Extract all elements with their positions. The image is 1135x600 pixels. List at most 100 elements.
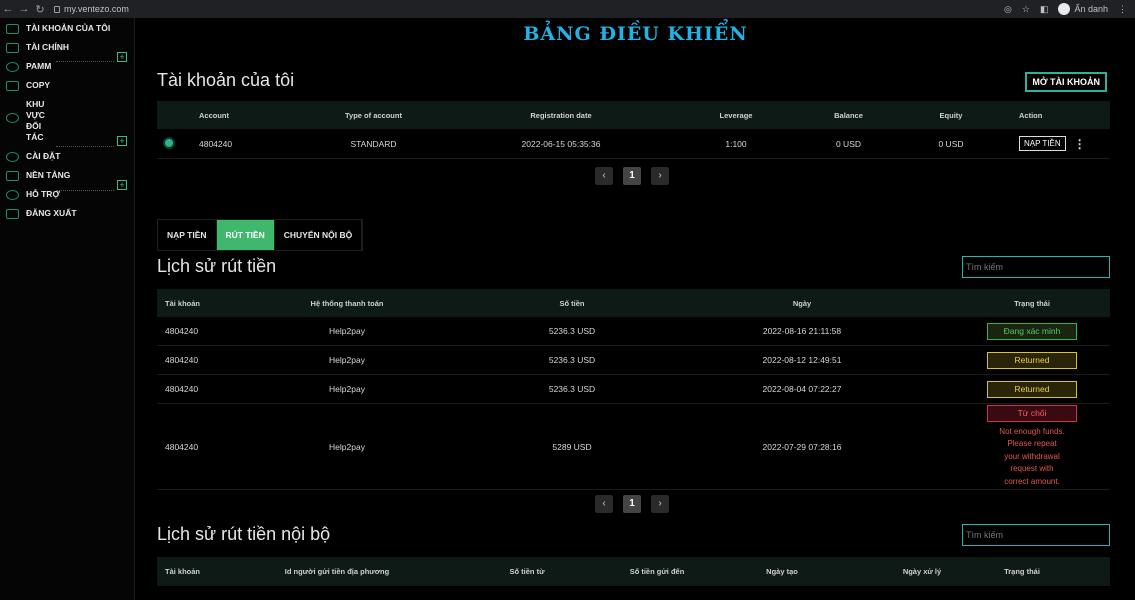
date-cell: 2022-06-15 05:35:36 <box>521 138 601 149</box>
page-number-button[interactable]: 1 <box>623 167 641 185</box>
next-page-button[interactable]: › <box>651 495 669 513</box>
browser-menu-icon[interactable]: ⋮ <box>1118 4 1127 15</box>
col-header: Số tiền từ <box>509 567 545 576</box>
status-badge: Đang xác minh <box>987 322 1077 340</box>
tab-deposit[interactable]: NẠP TIỀN <box>158 220 217 250</box>
more-options-icon[interactable]: ⋮ <box>1074 138 1086 150</box>
reload-icon[interactable]: ↻ <box>32 3 48 16</box>
date-cell: 2022-08-12 12:49:51 <box>762 355 842 365</box>
profile-button[interactable]: Ẩn danh <box>1058 3 1108 15</box>
sidebar-item-label: CÀI ĐẶT <box>26 151 61 161</box>
internal-table: Tài khoản Id người gửi tiền địa phương S… <box>157 557 1110 586</box>
sidebar-item-label: COPY <box>26 80 51 90</box>
col-header: Ngày <box>792 298 812 308</box>
table-row: 4804240 Help2pay 5289 USD 2022-07-29 07:… <box>157 404 1110 490</box>
prev-page-button[interactable]: ‹ <box>595 495 613 513</box>
withdraw-history-title: Lịch sử rút tiền <box>157 256 277 276</box>
withdraw-table: Tài khoản Hệ thống thanh toán Số tiền Ng… <box>157 289 1110 490</box>
col-header: Action <box>1019 110 1043 120</box>
next-page-button[interactable]: › <box>651 167 669 185</box>
internal-search-input[interactable] <box>962 524 1110 546</box>
copy-icon <box>6 81 19 91</box>
col-header: Leverage <box>719 110 753 120</box>
amount-cell: 5236.3 USD <box>548 326 596 336</box>
date-cell: 2022-08-16 21:11:58 <box>762 326 842 336</box>
status-badge: Returned <box>987 380 1077 398</box>
accounts-title: Tài khoản của tôi <box>157 70 295 90</box>
sidebar-item-label: TÀI KHOẢN CỦA TÔI <box>26 23 111 33</box>
amount-cell: 5289 USD <box>552 441 592 452</box>
expand-partner-icon[interactable]: + <box>117 136 127 146</box>
incognito-avatar-icon <box>1058 3 1071 15</box>
tab-internal-transfer[interactable]: CHUYỂN NỘI BỘ <box>275 220 363 250</box>
col-header: Trạng thái <box>1014 298 1050 308</box>
browser-toolbar: ← → ↻ my.ventezo.com ◎ ☆ ◧ Ẩn danh ⋮ <box>0 0 1135 18</box>
sidebar-item-copy[interactable]: COPY <box>0 76 134 95</box>
gear-icon[interactable] <box>165 138 173 147</box>
col-header: Registration date <box>530 110 592 120</box>
sidebar-item-platform[interactable]: NỀN TẢNG <box>0 166 134 185</box>
lock-icon <box>54 5 60 13</box>
headset-icon <box>6 190 19 200</box>
withdraw-search-input[interactable] <box>962 256 1110 278</box>
system-cell: Help2pay <box>329 355 365 365</box>
col-header: Trạng thái <box>1004 566 1040 576</box>
sidebar: TÀI KHOẢN CỦA TÔI TÀI CHÍNH + PAMM COPY … <box>0 18 135 600</box>
sidebar-item-my-account[interactable]: TÀI KHOẢN CỦA TÔI <box>0 18 134 38</box>
page-title: BẢNG ĐIỀU KHIỂN <box>523 23 748 45</box>
sidebar-item-support[interactable]: HỖ TRỢ <box>0 185 134 204</box>
system-cell: Help2pay <box>329 326 365 336</box>
reject-reason: Not enough funds. Please repeat your wit… <box>999 426 1065 486</box>
internal-history-title: Lịch sử rút tiền nội bộ <box>157 524 331 544</box>
address-bar[interactable]: my.ventezo.com <box>54 4 129 14</box>
table-row: 4804240 STANDARD 2022-06-15 05:35:36 1:1… <box>157 129 1110 159</box>
page-number-button[interactable]: 1 <box>623 495 641 513</box>
bookmark-star-icon[interactable]: ☆ <box>1022 4 1030 15</box>
col-header: Hệ thống thanh toán <box>310 298 384 308</box>
col-header: Id người gửi tiền địa phương <box>284 567 390 576</box>
col-header: Equity <box>939 110 963 120</box>
sidebar-item-label: HỖ TRỢ <box>26 189 60 199</box>
date-cell: 2022-07-29 07:28:16 <box>762 441 842 452</box>
sidebar-item-logout[interactable]: ĐĂNG XUẤT <box>0 204 134 223</box>
forward-icon[interactable]: → <box>16 3 32 15</box>
table-header: Account Type of account Registration dat… <box>157 101 1110 129</box>
amount-cell: 5236.3 USD <box>548 384 596 394</box>
sidebar-item-label: KHU VỰC ĐỐI TÁC <box>26 99 45 142</box>
accounts-pagination: ‹ 1 › <box>595 167 669 185</box>
leverage-cell: 1:100 <box>725 138 747 149</box>
platform-icon <box>6 171 19 181</box>
prev-page-button[interactable]: ‹ <box>595 167 613 185</box>
sidebar-item-pamm[interactable]: PAMM <box>0 57 134 76</box>
main-content: BẢNG ĐIỀU KHIỂN Tài khoản của tôi MỞ TÀI… <box>136 18 1135 600</box>
table-row: 4804240 Help2pay 5236.3 USD 2022-08-16 2… <box>157 317 1110 346</box>
withdraw-pagination: ‹ 1 › <box>595 495 669 513</box>
open-account-button[interactable]: MỞ TÀI KHOẢN <box>1025 72 1107 92</box>
col-header: Balance <box>834 110 863 120</box>
table-header: Tài khoản Id người gửi tiền địa phương S… <box>157 557 1110 586</box>
back-icon[interactable]: ← <box>0 3 16 15</box>
status-badge: Returned <box>987 351 1077 369</box>
table-row: 4804240 Help2pay 5236.3 USD 2022-08-12 1… <box>157 346 1110 375</box>
col-header: Số tiền gửi đến <box>629 567 685 576</box>
sidepanel-icon[interactable]: ◧ <box>1040 4 1049 15</box>
type-cell: STANDARD <box>350 138 397 149</box>
col-header: Ngày xử lý <box>902 567 942 576</box>
pamm-icon <box>6 62 19 72</box>
logout-icon <box>6 209 19 219</box>
tab-withdraw[interactable]: RÚT TIỀN <box>216 220 275 250</box>
col-header: Type of account <box>345 110 402 120</box>
incognito-eye-icon[interactable]: ◎ <box>1004 4 1012 15</box>
url-text: my.ventezo.com <box>64 4 129 14</box>
sidebar-item-label: PAMM <box>26 61 52 71</box>
sidebar-item-finance[interactable]: TÀI CHÍNH <box>0 38 80 57</box>
equity-cell: 0 USD <box>938 138 964 149</box>
sidebar-item-label: ĐĂNG XUẤT <box>26 208 77 218</box>
sidebar-item-label: NỀN TẢNG <box>26 170 71 180</box>
sidebar-item-settings[interactable]: CÀI ĐẶT <box>0 147 70 166</box>
sidebar-item-partner[interactable]: KHU VỰC ĐỐI TÁC <box>0 95 60 147</box>
profile-label: Ẩn danh <box>1074 4 1108 14</box>
deposit-button[interactable]: NẠP TIỀN <box>1019 136 1066 151</box>
col-header: Ngày tạo <box>766 567 798 576</box>
sidebar-item-label: TÀI CHÍNH <box>26 42 69 52</box>
